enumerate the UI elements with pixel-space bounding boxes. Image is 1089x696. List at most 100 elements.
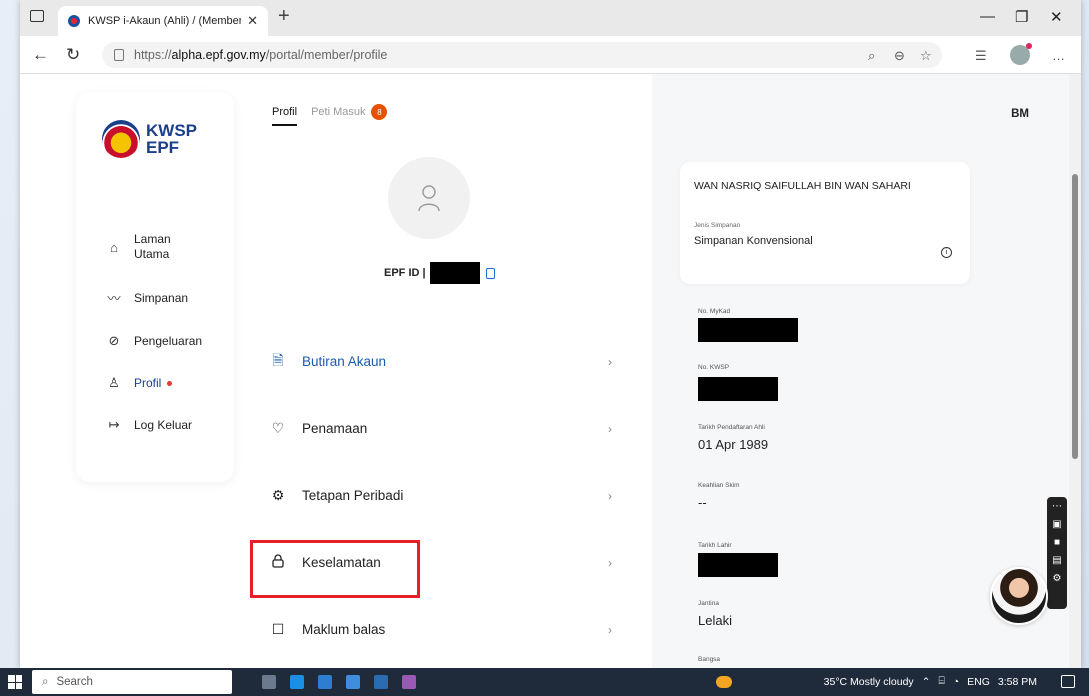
browser-window: KWSP i-Akaun (Ahli) / (Member) ✕ + — ❐ ✕… xyxy=(20,0,1081,668)
window-icon[interactable]: ▤ xyxy=(1052,555,1061,566)
back-button[interactable]: ← xyxy=(32,45,49,65)
field-value: 01 Apr 1989 xyxy=(698,437,769,452)
feedback-icon: ☐ xyxy=(271,621,285,637)
field-mykad: No. MyKad xyxy=(698,308,798,347)
input-language[interactable]: ENG xyxy=(967,676,990,688)
notification-icon[interactable] xyxy=(1061,675,1075,688)
field-tarikh-pendaftaran: Tarikh Pendaftaran Ahli 01 Apr 1989 xyxy=(698,424,768,452)
capture-toolbar: ⋯ ▣ ■ ▤ ⚙ xyxy=(1047,497,1067,609)
camera-icon[interactable]: ▣ xyxy=(1052,519,1061,530)
sidebar-item-simpanan[interactable]: 〰 Simpanan xyxy=(106,288,202,307)
menu-label: Butiran Akaun xyxy=(302,354,387,369)
leaf-icon: ⊘ xyxy=(108,333,120,348)
weather-text[interactable]: 35°C Mostly cloudy xyxy=(824,676,914,688)
field-label: No. MyKad xyxy=(698,308,731,315)
jenis-simpanan-label: Jenis Simpanan xyxy=(694,222,741,229)
language-toggle[interactable]: BM xyxy=(1011,108,1029,120)
close-window-button[interactable]: ✕ xyxy=(1050,8,1063,26)
browser-tab[interactable]: KWSP i-Akaun (Ahli) / (Member) ✕ xyxy=(58,6,268,36)
logo-epf-text: EPF xyxy=(146,138,180,157)
menu-maklum-balas[interactable]: ☐ Maklum balas › xyxy=(268,596,620,663)
epf-id-label: EPF ID | xyxy=(384,267,426,279)
highlight-annotation xyxy=(250,540,420,598)
browser-profile-avatar[interactable] xyxy=(1010,43,1032,65)
chevron-right-icon: › xyxy=(608,555,612,570)
tab-bar: KWSP i-Akaun (Ahli) / (Member) ✕ + — ❐ ✕ xyxy=(20,0,1081,36)
more-options-icon[interactable]: … xyxy=(1052,48,1065,63)
menu-tetapan-peribadi[interactable]: ⚙ Tetapan Peribadi › xyxy=(268,462,620,529)
member-card: WAN NASRIQ SAIFULLAH BIN WAN SAHARI Jeni… xyxy=(680,162,970,284)
app-icon[interactable] xyxy=(374,675,388,689)
user-icon xyxy=(418,185,440,212)
field-label: Tarikh Pendaftaran Ahli xyxy=(698,424,765,431)
copy-icon[interactable] xyxy=(485,267,495,279)
sidebar-item-log-keluar[interactable]: ↦ Log Keluar xyxy=(106,417,202,433)
menu-penamaan[interactable]: ♡ Penamaan › xyxy=(268,395,620,462)
url-prefix: https:// xyxy=(134,48,172,62)
favorite-star-icon[interactable]: ☆ xyxy=(920,48,932,64)
tab-actions-icon[interactable] xyxy=(30,10,44,22)
favorites-icon[interactable]: ☰ xyxy=(975,48,987,64)
field-label: Jantina xyxy=(698,600,719,607)
field-label: Bangsa xyxy=(698,656,721,663)
field-no-kwsp: No. KWSP xyxy=(698,364,778,406)
scrollbar-thumb[interactable] xyxy=(1072,174,1078,459)
search-icon: ⌕ xyxy=(42,675,49,688)
heart-icon: ♡ xyxy=(271,420,285,436)
tray-chevron-icon[interactable]: ⌃ xyxy=(922,676,931,688)
taskbar-search[interactable]: ⌕ Search xyxy=(32,670,232,694)
field-jantina: Jantina Lelaki xyxy=(698,600,732,628)
profile-menu: 🗎 Butiran Akaun › ♡ Penamaan › ⚙ Tetapan… xyxy=(250,328,620,663)
menu-butiran-akaun[interactable]: 🗎 Butiran Akaun › xyxy=(268,328,620,395)
sidebar-item-laman-utama[interactable]: ⌂ Laman Utama xyxy=(106,232,202,262)
close-tab-icon[interactable]: ✕ xyxy=(247,13,258,29)
profile-center-panel: Profil Peti Masuk 8 EPF ID | 🗎 Butiran A… xyxy=(250,74,654,668)
edge-icon[interactable] xyxy=(290,675,304,689)
more-icon[interactable]: ⋯ xyxy=(1052,501,1062,512)
profile-tabs: Profil Peti Masuk 8 xyxy=(272,104,388,128)
field-value: Lelaki xyxy=(698,613,732,628)
info-icon[interactable]: i xyxy=(941,247,952,258)
sidebar-item-pengeluaran[interactable]: ⊘ Pengeluaran xyxy=(106,333,203,349)
tab-profil[interactable]: Profil xyxy=(272,106,298,126)
windows-start-icon[interactable] xyxy=(8,675,22,689)
video-icon[interactable]: ■ xyxy=(1054,537,1060,548)
url-field[interactable]: https://alpha.epf.gov.my/portal/member/p… xyxy=(102,42,942,68)
network-icon[interactable]: ⌸ xyxy=(938,675,944,688)
taskbar-search-label: Search xyxy=(56,676,93,688)
sidebar-item-profil[interactable]: ♙ Profil xyxy=(106,375,202,391)
url-host: alpha.epf.gov.my xyxy=(171,48,266,62)
restore-button[interactable]: ❐ xyxy=(1015,8,1028,26)
page-scrollbar[interactable] xyxy=(1069,74,1081,668)
clock[interactable]: 3:58 PM xyxy=(998,676,1037,688)
new-tab-button[interactable]: + xyxy=(278,5,290,28)
read-aloud-icon[interactable]: ⌕ xyxy=(868,48,875,64)
chat-assistant-avatar[interactable] xyxy=(990,567,1048,625)
field-tarikh-lahir: Tarikh Lahir xyxy=(698,542,778,582)
files-icon[interactable] xyxy=(318,675,332,689)
tab-peti-masuk[interactable]: Peti Masuk 8 xyxy=(311,104,388,128)
profile-avatar[interactable] xyxy=(388,157,470,239)
page-options-icon[interactable]: ⊖ xyxy=(894,48,905,64)
sidebar-nav: ⌂ Laman Utama 〰 Simpanan ⊘ Pengeluaran ♙… xyxy=(106,232,202,459)
logout-icon: ↦ xyxy=(108,417,120,432)
inbox-count-badge: 8 xyxy=(371,104,388,120)
minimize-button[interactable]: — xyxy=(980,8,995,25)
task-view-icon[interactable] xyxy=(262,675,276,689)
system-tray: 35°C Mostly cloudy ⌃ ⌸ ◔ ENG 3:58 PM xyxy=(824,675,1037,688)
field-label: Keahlian Skim xyxy=(698,482,740,489)
volume-icon[interactable]: ◔ xyxy=(953,676,959,688)
weather-icon xyxy=(716,676,732,688)
gear-icon[interactable]: ⚙ xyxy=(1053,573,1062,584)
refresh-button[interactable]: ↻ xyxy=(66,45,80,65)
menu-label: Maklum balas xyxy=(302,622,386,637)
sidebar-item-label: Profil xyxy=(134,376,162,390)
teams-icon[interactable] xyxy=(402,675,416,689)
url-path: /portal/member/profile xyxy=(265,48,388,62)
kwsp-logo[interactable]: KWSP EPF xyxy=(102,120,197,158)
store-icon[interactable] xyxy=(346,675,360,689)
sidebar: KWSP EPF ⌂ Laman Utama 〰 Simpanan ⊘ Peng… xyxy=(76,92,234,482)
menu-keselamatan[interactable]: Keselamatan › xyxy=(250,529,620,598)
sidebar-item-label: Pengeluaran xyxy=(134,334,203,348)
field-value: -- xyxy=(698,495,707,510)
